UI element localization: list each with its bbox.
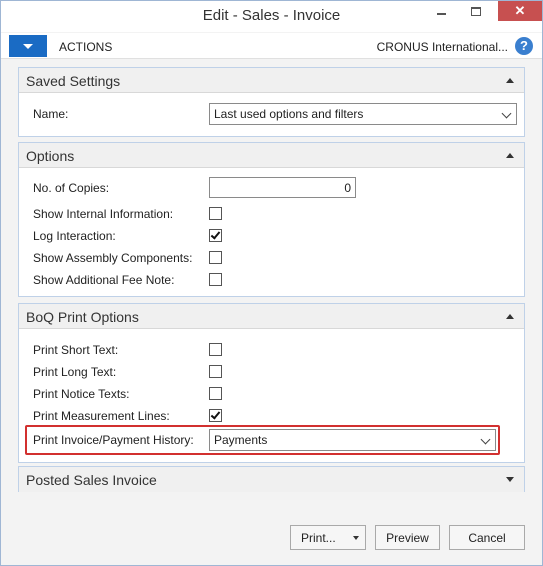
fasttab-header-options[interactable]: Options <box>19 143 524 168</box>
title-bar: Edit - Sales - Invoice ✕ <box>1 1 542 32</box>
minimize-icon <box>437 13 446 15</box>
help-icon[interactable]: ? <box>515 37 533 55</box>
show-fee-checkbox[interactable] <box>209 273 222 286</box>
print-button[interactable]: Print... <box>290 525 366 550</box>
chevron-down-icon <box>501 108 512 119</box>
print-short-text-row: Print Short Text: <box>33 340 513 360</box>
company-name[interactable]: CRONUS International... <box>377 40 508 54</box>
log-interaction-label: Log Interaction: <box>33 229 116 243</box>
print-measurement-label: Print Measurement Lines: <box>33 409 170 423</box>
print-long-text-label: Print Long Text: <box>33 365 117 379</box>
fasttab-header-posted[interactable]: Posted Sales Invoice <box>19 467 524 492</box>
print-notice-checkbox[interactable] <box>209 387 222 400</box>
print-notice-row: Print Notice Texts: <box>33 384 513 404</box>
fasttab-title: BoQ Print Options <box>26 309 139 325</box>
show-internal-label: Show Internal Information: <box>33 207 174 221</box>
name-select-value: Last used options and filters <box>214 107 364 121</box>
print-short-text-label: Print Short Text: <box>33 343 119 357</box>
dialog-window: Edit - Sales - Invoice ✕ ACTIONS CRONUS … <box>0 0 543 566</box>
cancel-button-label: Cancel <box>468 530 506 545</box>
print-long-text-checkbox[interactable] <box>209 365 222 378</box>
show-fee-label: Show Additional Fee Note: <box>33 273 175 287</box>
name-select[interactable]: Last used options and filters <box>209 103 517 125</box>
actions-tab[interactable]: ACTIONS <box>59 40 112 54</box>
log-interaction-row: Log Interaction: <box>33 226 513 246</box>
show-assembly-checkbox[interactable] <box>209 251 222 264</box>
name-field-row: Name: Last used options and filters <box>33 103 517 125</box>
show-assembly-label: Show Assembly Components: <box>33 251 193 265</box>
copies-value: 0 <box>344 181 351 195</box>
preview-button[interactable]: Preview <box>375 525 440 550</box>
collapse-icon[interactable] <box>506 78 514 83</box>
print-button-label: Print... <box>301 531 336 545</box>
fasttab-saved-settings: Saved Settings Name: Last used options a… <box>18 67 525 137</box>
checkmark-icon <box>210 229 221 240</box>
window-title: Edit - Sales - Invoice <box>202 7 341 24</box>
close-icon: ✕ <box>514 3 526 18</box>
name-label: Name: <box>33 107 69 121</box>
log-interaction-checkbox[interactable] <box>209 229 222 242</box>
fasttab-header-boq[interactable]: BoQ Print Options <box>19 304 524 329</box>
fasttab-title: Saved Settings <box>26 73 121 89</box>
expand-icon[interactable] <box>506 477 514 482</box>
chevron-down-icon <box>23 43 33 49</box>
fasttab-title: Options <box>26 148 75 164</box>
copies-label: No. of Copies: <box>33 181 110 195</box>
show-fee-row: Show Additional Fee Note: <box>33 270 513 290</box>
fasttab-header-saved-settings[interactable]: Saved Settings <box>19 68 524 93</box>
highlight-frame <box>25 425 500 455</box>
show-internal-checkbox[interactable] <box>209 207 222 220</box>
close-button[interactable]: ✕ <box>498 1 542 21</box>
show-internal-row: Show Internal Information: <box>33 204 513 224</box>
print-measurement-checkbox[interactable] <box>209 409 222 422</box>
show-assembly-row: Show Assembly Components: <box>33 248 513 268</box>
copies-field-row: No. of Copies: 0 <box>33 177 513 198</box>
action-bar: ACTIONS CRONUS International... ? <box>1 33 542 59</box>
preview-button-label: Preview <box>386 530 429 545</box>
maximize-button[interactable] <box>462 1 489 21</box>
collapse-icon[interactable] <box>506 314 514 319</box>
print-short-text-checkbox[interactable] <box>209 343 222 356</box>
minimize-button[interactable] <box>428 1 455 21</box>
print-long-text-row: Print Long Text: <box>33 362 513 382</box>
print-notice-label: Print Notice Texts: <box>33 387 130 401</box>
copies-input[interactable]: 0 <box>209 177 356 198</box>
fasttab-options: Options No. of Copies: 0 Show Internal I… <box>18 142 525 297</box>
collapse-icon[interactable] <box>506 153 514 158</box>
fasttab-posted-sales-invoice: Posted Sales Invoice <box>18 466 525 492</box>
cancel-button[interactable]: Cancel <box>449 525 525 550</box>
maximize-icon <box>470 6 481 16</box>
fasttab-title: Posted Sales Invoice <box>26 472 157 488</box>
print-measurement-row: Print Measurement Lines: <box>33 406 513 426</box>
checkmark-icon <box>210 409 221 420</box>
application-menu-button[interactable] <box>9 35 47 57</box>
chevron-down-icon <box>353 535 359 540</box>
print-options-dropdown[interactable] <box>347 526 365 549</box>
